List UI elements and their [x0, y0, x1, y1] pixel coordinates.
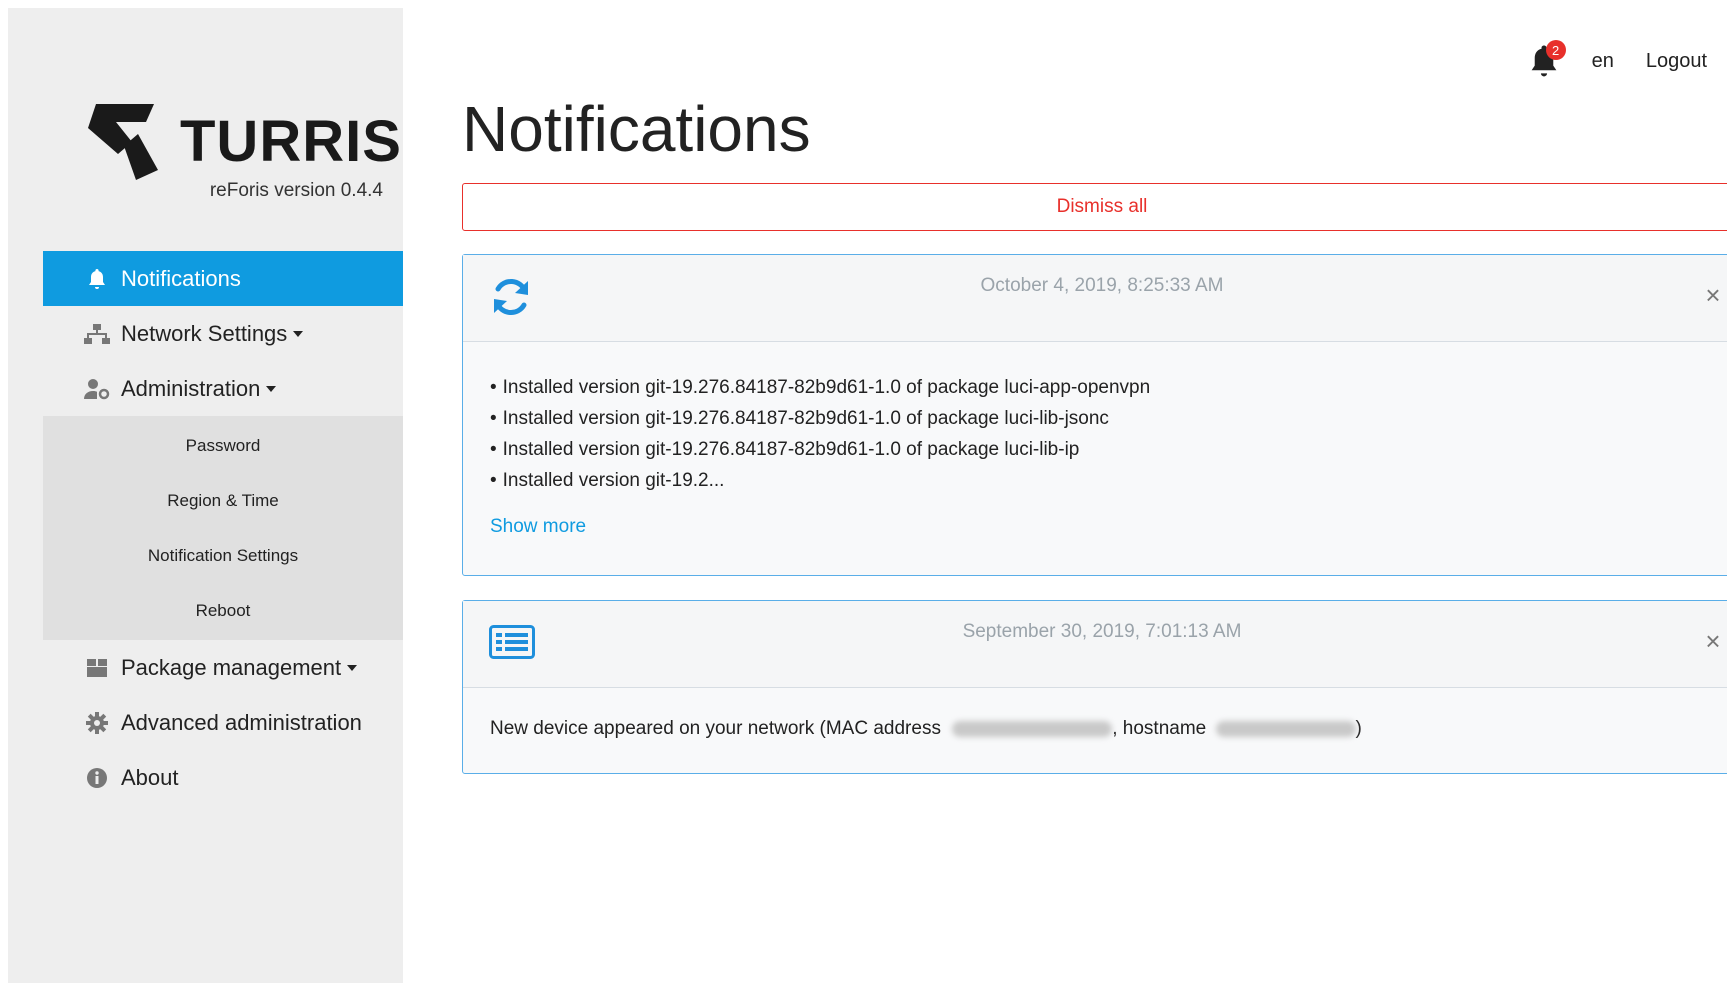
sidebar: TURRIS reForis version 0.4.4 Notificatio… [8, 8, 403, 983]
package-icon [83, 657, 111, 679]
subnav-item-notification-settings[interactable]: Notification Settings [43, 528, 403, 583]
device-message-text: , hostname [1112, 718, 1207, 739]
administration-submenu: Password Region & Time Notification Sett… [43, 416, 403, 640]
page-title: Notifications [462, 93, 811, 165]
sidebar-item-label: About [121, 764, 179, 790]
notification-timestamp: September 30, 2019, 7:01:13 AM [962, 621, 1242, 642]
redacted-hostname [1215, 720, 1356, 737]
show-more-link[interactable]: Show more [490, 516, 586, 538]
notification-body: Installed version git-19.276.84187-82b9d… [463, 342, 1727, 560]
notification-header: October 4, 2019, 8:25:33 AM × [463, 255, 1727, 342]
subnav-item-reboot[interactable]: Reboot [43, 583, 403, 638]
sidebar-item-administration[interactable]: Administration [43, 361, 403, 416]
sidebar-item-label: Package management [121, 654, 342, 680]
list-item: Installed version git-19.276.84187-82b9d… [490, 403, 1714, 434]
notification-timestamp: October 4, 2019, 8:25:33 AM [980, 275, 1224, 296]
device-message-text: ) [1355, 718, 1362, 739]
sidebar-item-label: Notifications [121, 265, 241, 291]
page-edge [0, 0, 8, 983]
chevron-down-icon [266, 385, 277, 392]
gear-icon [83, 711, 111, 734]
close-icon[interactable]: × [1701, 628, 1725, 654]
device-message-text: New device appeared on your network (MAC… [490, 718, 941, 739]
sidebar-item-advanced-administration[interactable]: Advanced administration [43, 695, 403, 750]
subnav-item-region-time[interactable]: Region & Time [43, 473, 403, 528]
notification-header: September 30, 2019, 7:01:13 AM × [463, 601, 1727, 688]
list-item: Installed version git-19.2... [490, 465, 1714, 496]
notifications-bell-button[interactable]: 2 [1528, 40, 1566, 78]
sidebar-nav: Notifications Network Settings Administr… [43, 251, 403, 805]
close-icon[interactable]: × [1701, 282, 1725, 308]
sidebar-item-label: Administration [121, 375, 261, 401]
user-gear-icon [83, 378, 111, 400]
sidebar-item-label: Network Settings [121, 320, 288, 346]
turris-logo-icon [88, 104, 158, 180]
package-list: Installed version git-19.276.84187-82b9d… [490, 372, 1714, 496]
version-label: reForis version 0.4.4 [209, 180, 383, 201]
info-icon [83, 767, 111, 789]
logo-text: TURRIS [180, 109, 402, 174]
logout-link[interactable]: Logout [1646, 50, 1707, 73]
redacted-mac-address [952, 720, 1113, 737]
chevron-down-icon [347, 664, 358, 671]
notification-card: October 4, 2019, 8:25:33 AM × Installed … [462, 254, 1727, 576]
sidebar-item-network-settings[interactable]: Network Settings [43, 306, 403, 361]
sidebar-item-label: Advanced administration [121, 709, 362, 735]
dismiss-all-button[interactable]: Dismiss all [462, 183, 1727, 231]
notification-card: September 30, 2019, 7:01:13 AM × New dev… [462, 600, 1727, 774]
sidebar-item-about[interactable]: About [43, 750, 403, 805]
bell-icon [83, 268, 111, 290]
language-selector[interactable]: en [1592, 50, 1614, 73]
chevron-down-icon [293, 330, 304, 337]
list-item: Installed version git-19.276.84187-82b9d… [490, 434, 1714, 465]
notification-count-badge: 2 [1545, 40, 1566, 60]
notification-body: New device appeared on your network (MAC… [463, 688, 1727, 762]
sidebar-item-package-management[interactable]: Package management [43, 640, 403, 695]
subnav-item-password[interactable]: Password [43, 418, 403, 473]
top-bar: 2 en Logout [1528, 40, 1707, 78]
network-icon [83, 323, 111, 345]
list-item: Installed version git-19.276.84187-82b9d… [490, 372, 1714, 403]
turris-logo[interactable]: TURRIS [88, 100, 408, 190]
sidebar-item-notifications[interactable]: Notifications [43, 251, 403, 306]
